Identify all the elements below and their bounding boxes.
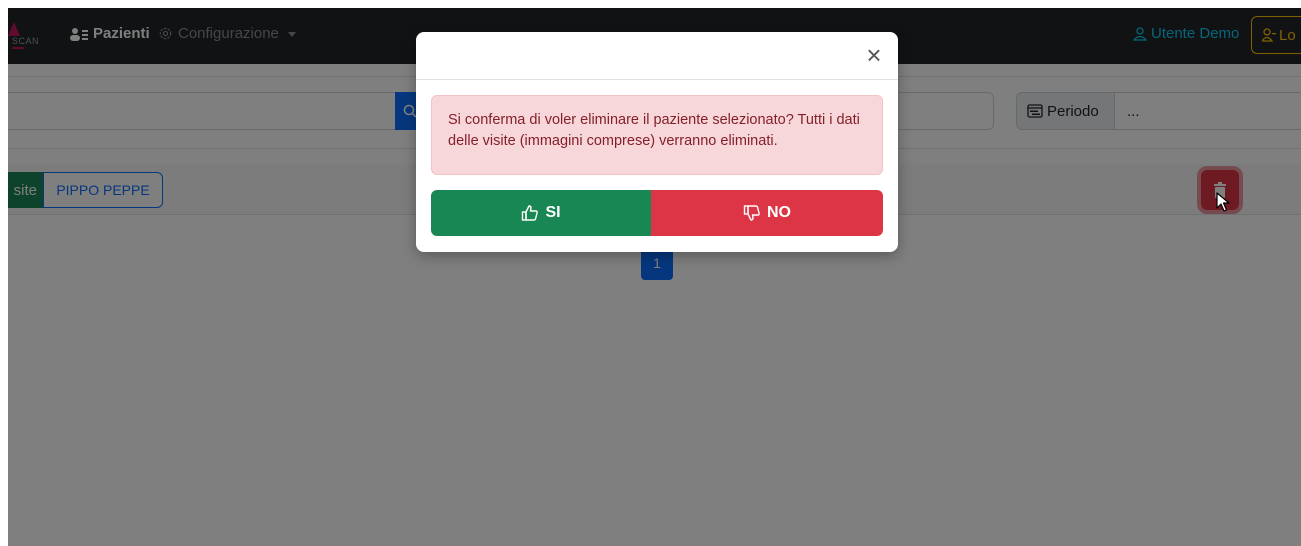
confirm-no-label: NO (767, 204, 791, 221)
thumbs-down-icon (743, 205, 760, 221)
confirm-yes-label: SI (545, 204, 561, 221)
confirm-message: Si conferma di voler eliminare il pazien… (448, 112, 860, 149)
confirm-delete-modal: × Si conferma di voler eliminare il pazi… (416, 32, 898, 252)
thumbs-up-icon (522, 205, 539, 221)
confirm-no-button[interactable]: NO (651, 190, 883, 236)
close-button[interactable]: × (862, 42, 886, 68)
screen-frame: SCAN Pazienti Configurazione (0, 0, 1301, 546)
close-icon: × (866, 40, 882, 70)
app-viewport: SCAN Pazienti Configurazione (8, 8, 1301, 546)
confirm-message-alert: Si conferma di voler eliminare il pazien… (431, 95, 883, 175)
confirm-yes-button[interactable]: SI (431, 190, 651, 236)
modal-header: × (416, 32, 898, 80)
